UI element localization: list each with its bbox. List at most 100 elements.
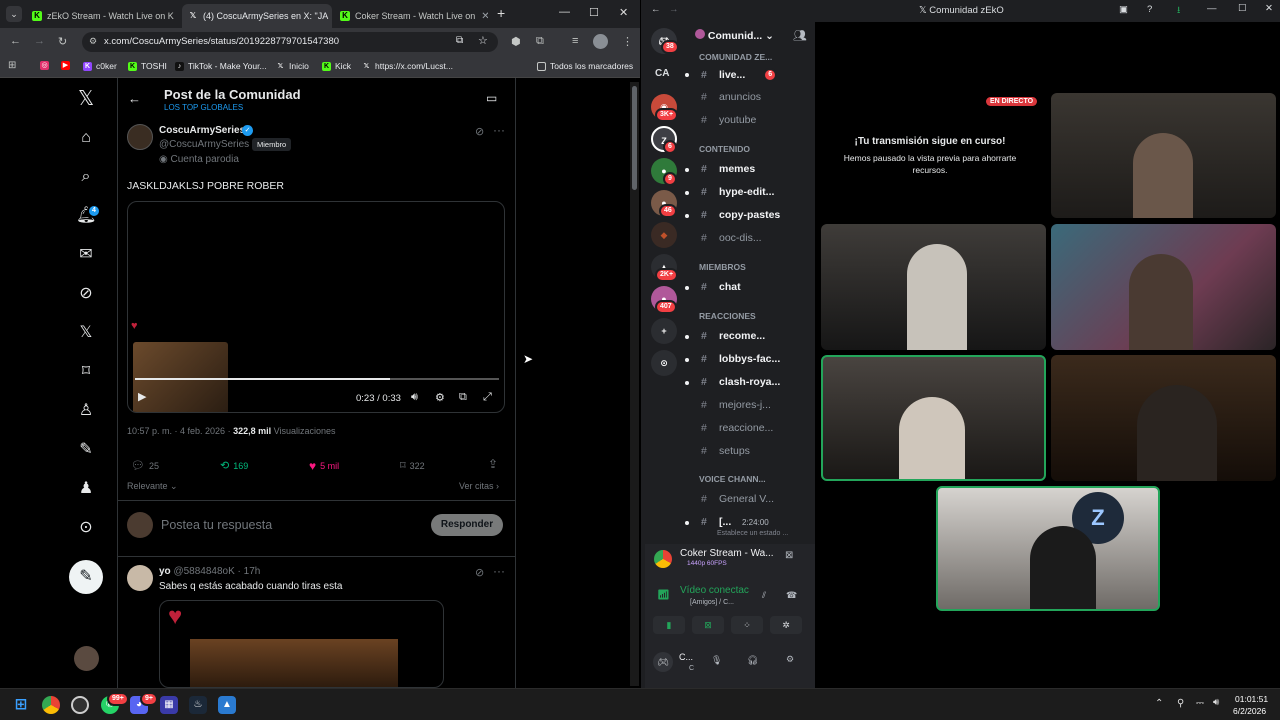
bookmark-instagram[interactable]: ◎ [40,61,49,70]
channel-item[interactable]: # mejores-j... [701,399,771,411]
back-icon[interactable]: ← [10,35,21,47]
channel-item[interactable]: # live... 6 [685,68,778,82]
articles-icon[interactable]: ✎ [76,440,96,460]
channel-item[interactable]: # setups [701,445,750,457]
start-icon[interactable]: ⊞ [12,696,30,714]
grok-icon[interactable]: ⊘ [76,284,96,304]
reply-grok-icon[interactable]: ⊘ [475,566,484,579]
participant-tile-speaking[interactable]: Z [936,486,1160,611]
reply-submit-button[interactable]: Responder [431,514,503,536]
volume-icon[interactable]: 🔊︎ [411,391,418,404]
media-controls-icon[interactable]: ≡ [572,35,578,47]
video-progress-track[interactable] [135,378,499,380]
status-hint[interactable]: Establece un estado ... [717,530,788,537]
download-icon[interactable]: ⭳ [1177,3,1180,19]
add-member-icon[interactable]: 👥︎ [793,29,807,42]
sort-dropdown[interactable]: Relevante ⌄ [127,481,178,492]
channel-item[interactable]: # [... [685,516,731,528]
channel-item[interactable]: # copy-pastes [685,209,780,221]
maximize-icon[interactable]: ☐ [589,6,599,19]
pip-icon[interactable]: ⧉ [459,391,467,404]
screen-share-button[interactable]: ⊠ [692,616,724,634]
more-icon[interactable]: ⊙ [76,518,96,538]
channel-item[interactable]: # reaccione... [701,422,773,434]
reply-media[interactable]: ♥ [159,600,444,688]
reader-mode-icon[interactable]: ▭ [486,91,497,105]
discover-icon[interactable]: ⊙ [651,350,677,376]
close-icon[interactable]: ✕ [475,11,488,22]
share-icon[interactable]: ⇪ [488,457,498,471]
steam-icon[interactable]: ♨ [189,696,207,714]
back-arrow-icon[interactable]: ← [128,91,141,106]
channel-item[interactable]: # lobbys-fac... [685,353,780,365]
participant-tile[interactable] [821,224,1046,350]
clock-time[interactable]: 01:01:51 [1235,694,1268,704]
bookmark-c0ker[interactable]: Kc0ker [83,61,117,71]
participant-tile-speaking[interactable] [821,355,1046,481]
maximize-icon[interactable]: ☐ [1238,3,1247,14]
account-avatar[interactable] [74,646,99,671]
network-icon[interactable]: ⎓ [1196,698,1204,709]
channel-category[interactable]: REACCIONES [699,311,756,321]
channel-item[interactable]: # memes [685,163,755,175]
fullscreen-icon[interactable]: ⤢ [483,391,492,404]
home-icon[interactable]: ⌂ [76,128,96,148]
site-info-icon[interactable]: ⚙ [89,36,97,47]
channel-item[interactable]: # hype-edit... [685,186,774,198]
voice-channel-name[interactable]: [Amigos] / C... [690,599,734,606]
camera-button[interactable]: ▮ [653,616,685,634]
server-icon[interactable]: ◆ [651,222,677,248]
clock-date[interactable]: 6/2/2026 [1233,706,1266,716]
bookmark-toshi[interactable]: K TOSHI [128,61,167,71]
forward-icon[interactable]: → [34,35,45,47]
bookmark-inicio[interactable]: 𝕏 Inicio [276,61,309,71]
install-icon[interactable]: ⧉ [456,35,463,46]
inbox-icon[interactable]: ▣ [1119,4,1128,15]
server-ca[interactable]: CA [655,68,669,79]
bookmark-tiktok[interactable]: ♪ TikTok - Make Your... [175,61,267,71]
explore-icon[interactable]: ⌕ [76,167,96,187]
participant-tile[interactable] [1051,355,1276,481]
repost-count-button[interactable]: ⟲ 169 [220,459,248,472]
tab-search-icon[interactable]: ⌄ [6,6,22,22]
messages-icon[interactable]: ✉ [76,245,96,265]
channel-item[interactable]: # ooc-dis... [701,232,762,244]
close-window-icon[interactable]: ✕ [619,6,628,19]
apps-icon[interactable]: ⊞ [8,60,16,71]
channel-item[interactable]: # General V... [701,493,774,505]
mic-icon[interactable]: 🎙︎ [711,655,722,666]
author-handle[interactable]: @CoscuArmySeries [159,139,249,150]
user-settings-icon[interactable]: ⚙ [786,654,794,665]
grok-post-icon[interactable]: ⊘ [475,125,484,138]
profile-icon[interactable]: ♟ [76,479,96,499]
tab-coker-stream[interactable]: K Coker Stream - Watch Live on ✕ [334,4,488,28]
help-icon[interactable]: ? [1147,4,1152,15]
server-header[interactable]: Comunid... ⌄ [695,29,774,42]
channel-item[interactable]: # youtube [701,114,756,126]
page-scrollbar[interactable] [630,82,639,686]
bookmark-x-link[interactable]: 𝕏https://x.com/Lucst... [362,61,453,71]
photos-icon[interactable]: ▲ [218,696,236,714]
new-tab-button[interactable]: + [497,5,505,21]
channel-category[interactable]: VOICE CHANN... [699,474,766,484]
reply-input[interactable]: Postea tu respuesta [161,518,272,532]
channel-category[interactable]: CONTENIDO [699,144,750,154]
noise-suppression-icon[interactable]: ⫽ [762,590,766,601]
reply-more-icon[interactable]: ··· [493,564,505,578]
stop-stream-icon[interactable]: ⊠ [785,550,793,561]
author-avatar[interactable] [127,124,153,150]
volume-icon[interactable]: 🔊︎ [1213,697,1219,708]
scrollbar-thumb[interactable] [632,86,637,190]
view-quotes-link[interactable]: Ver citas › [459,481,499,491]
tab-coscuarmy-x[interactable]: 𝕏 (4) CoscuArmySeries en X: "JA✕ [182,4,332,28]
participant-tile[interactable] [1051,93,1276,218]
close-window-icon[interactable]: ✕ [1265,3,1273,14]
channel-category[interactable]: MIEMBROS [699,262,746,272]
channel-item[interactable]: # anuncios [701,91,761,103]
close-icon[interactable]: ✕ [328,11,332,22]
author-name[interactable]: CoscuArmySeries [159,125,245,136]
channel-item[interactable]: # clash-roya... [685,376,780,388]
soundboard-button[interactable]: ✲ [770,616,802,634]
minimize-icon[interactable]: — [1207,3,1217,14]
bookmark-star-icon[interactable]: ☆ [478,34,488,47]
